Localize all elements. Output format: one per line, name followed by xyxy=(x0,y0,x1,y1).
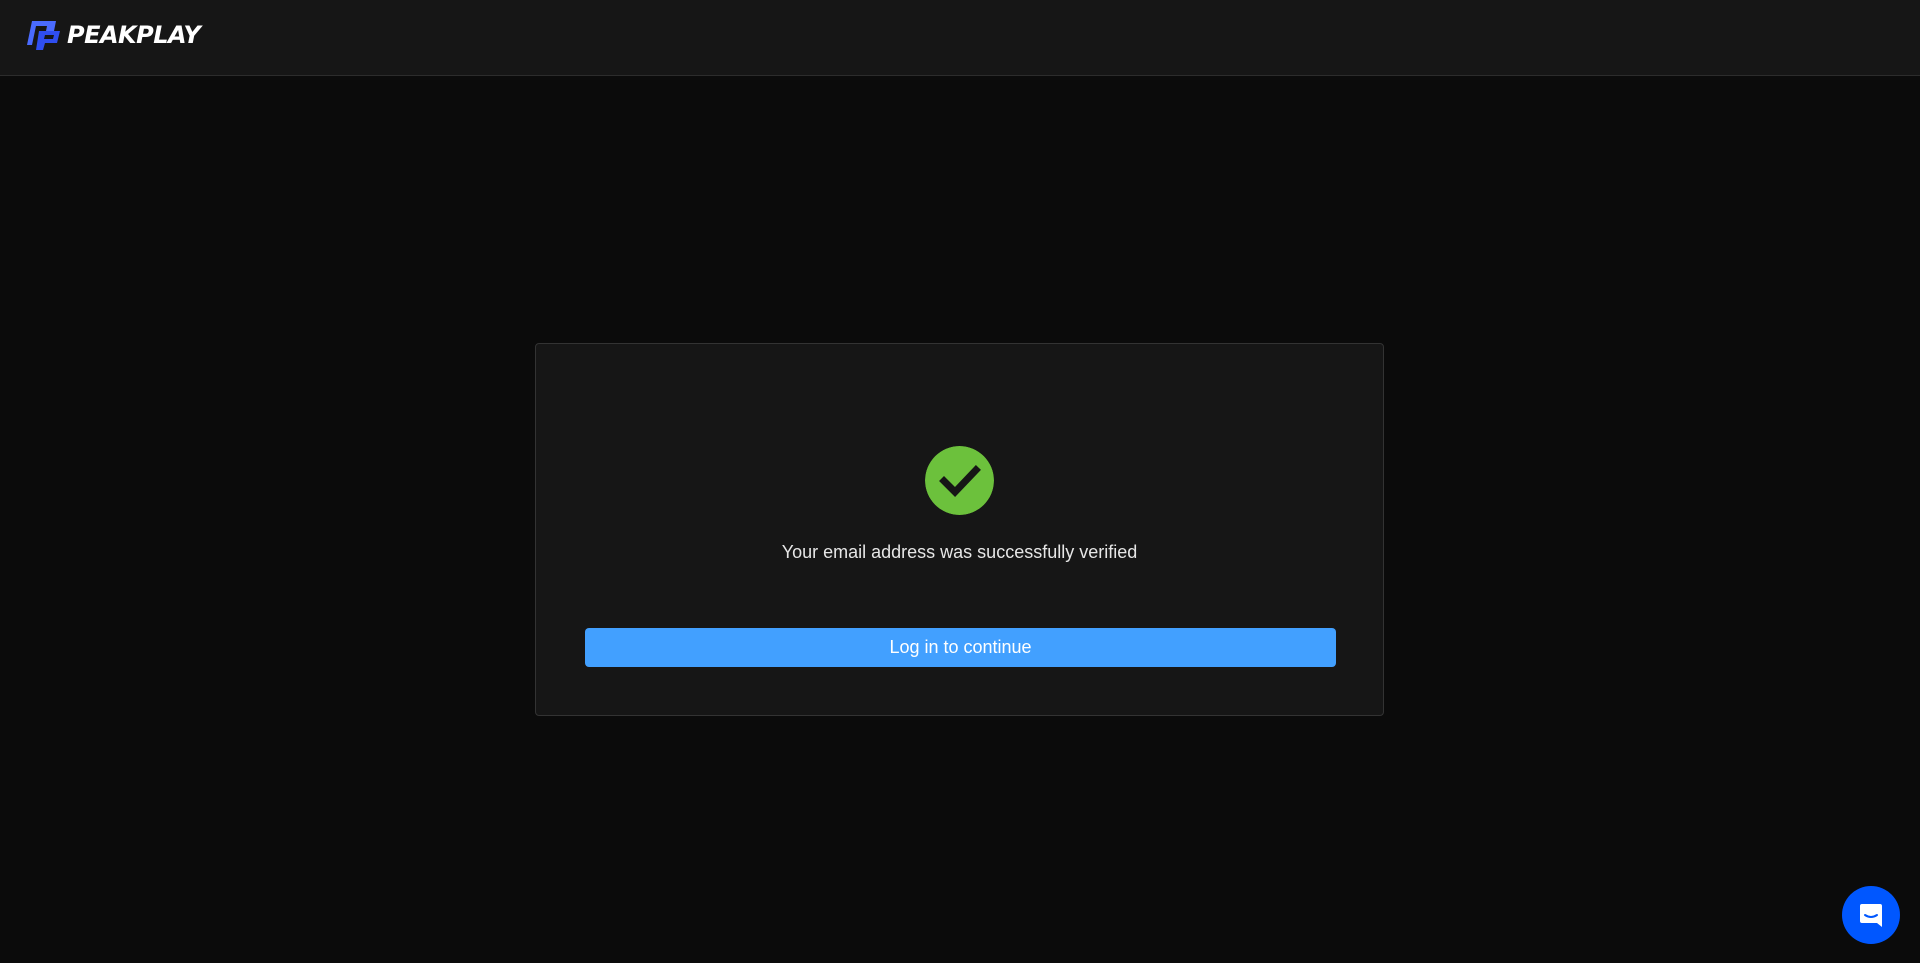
login-button[interactable]: Log in to continue xyxy=(585,628,1336,667)
verification-card: Your email address was successfully veri… xyxy=(535,343,1384,716)
check-circle-icon xyxy=(925,446,994,515)
chat-launcher-button[interactable] xyxy=(1842,886,1900,944)
top-bar: PEAKPLAY xyxy=(0,0,1920,76)
peakplay-logo[interactable]: PEAKPLAY xyxy=(26,19,201,51)
peakplay-logo-icon xyxy=(27,21,60,50)
logo-wordmark: PEAKPLAY xyxy=(67,21,201,49)
chat-icon xyxy=(1860,904,1882,927)
verification-message: Your email address was successfully veri… xyxy=(781,542,1138,562)
